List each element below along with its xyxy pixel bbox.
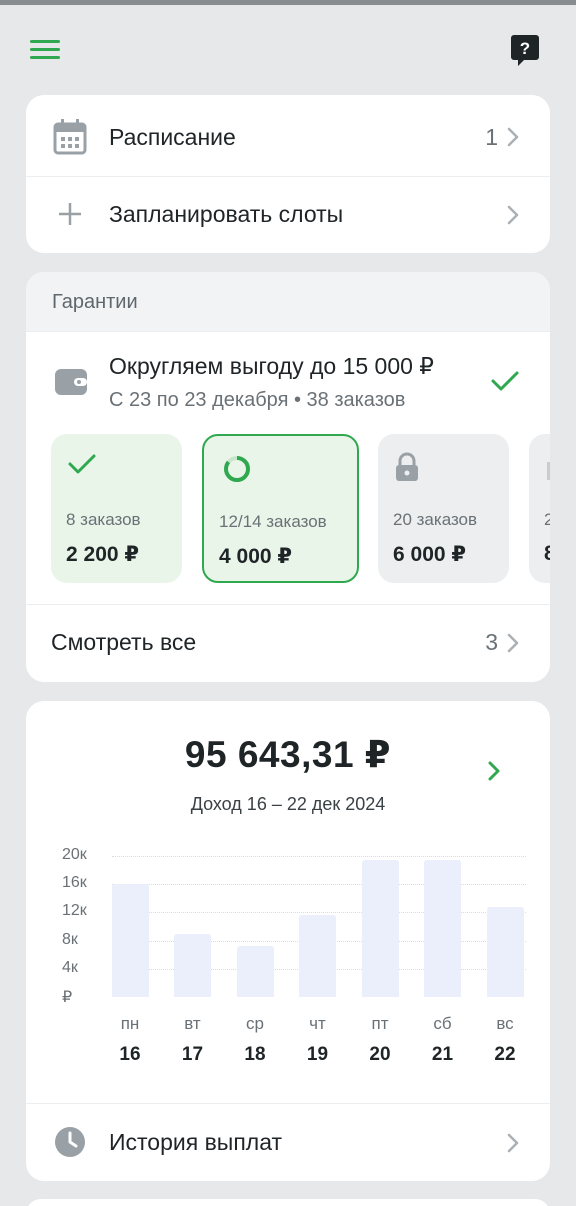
lock-icon [396,452,418,481]
y-tick-label: ₽ [62,989,73,1006]
day-name-label: пн [120,1014,140,1033]
tier-orders: 20 заказов [393,510,478,529]
chart-bar[interactable] [361,859,399,997]
plan-slots-label: Запланировать слоты [109,201,344,227]
y-tick-label: 12к [62,902,87,920]
day-number-label: 18 [244,1044,266,1065]
chart-bar[interactable] [236,946,274,997]
see-all-label: Смотреть все [51,629,197,655]
guarantees-card: Гарантии Округляем выгоду до 15 000 ₽ С … [26,272,550,682]
day-name-label: чт [309,1014,326,1033]
tier-amount: 8 [544,542,550,565]
top-edge [0,0,576,5]
day-name-label: вт [184,1014,201,1033]
schedule-count: 1 [485,124,498,150]
wallet-icon [55,369,87,395]
see-all-count: 3 [485,629,498,655]
svg-text:?: ? [520,39,530,58]
tier-orders: 2 [544,510,550,529]
calendar-icon [53,119,87,155]
chevron-right-icon [507,633,519,653]
y-tick-label: 16к [62,874,87,892]
income-card: 95 643,31 ₽ Доход 16 – 22 дек 2024 20к 16… [26,701,550,1181]
chart-bar[interactable] [424,860,461,997]
chevron-right-icon [507,127,519,147]
income-chart: 20к 16к 12к 8к 4к ₽ пн 16 вт 17 ср 18 чт 19 пт 20 сб 21 вс… [26,701,550,1081]
day-number-label: 17 [181,1044,204,1065]
plan-slots-row[interactable]: Запланировать слоты [26,177,550,253]
schedule-card: Расписание 1 Запланировать слоты [26,95,550,253]
check-icon [68,454,96,474]
tier-tile-locked[interactable]: 2 8 [529,434,550,583]
guarantee-offer[interactable]: Округляем выгоду до 15 000 ₽ С 23 по 23 … [26,332,550,427]
progress-ring-icon [224,456,250,482]
day-number-label: 19 [306,1044,329,1065]
tier-orders: 8 заказов [66,510,141,529]
offer-subtitle: С 23 по 23 декабря • 38 заказов [109,389,406,411]
schedule-label: Расписание [109,124,236,150]
tier-orders: 12/14 заказов [219,512,327,531]
offer-title: Округляем выгоду до 15 000 ₽ [109,353,434,379]
payout-history-row[interactable]: История выплат [26,1104,550,1181]
tier-tile-in-progress[interactable]: 12/14 заказов 4 000 ₽ [202,434,359,583]
tier-amount: 2 200 ₽ [66,543,139,566]
guarantees-header: Гарантии [26,272,550,331]
guarantees-header-label: Гарантии [52,291,138,313]
help-icon[interactable]: ? [510,34,540,67]
chevron-right-icon [507,205,519,225]
chart-bar[interactable] [111,884,149,997]
menu-icon[interactable] [30,40,60,60]
see-all-row[interactable]: Смотреть все 3 [26,605,550,682]
clock-icon [55,1127,85,1157]
next-card [26,1199,550,1206]
day-name-label: ср [246,1014,264,1033]
chart-bar[interactable] [486,906,524,997]
y-tick-label: 4к [62,958,78,976]
tier-amount: 6 000 ₽ [393,543,466,566]
y-tick-label: 8к [62,930,78,948]
tier-amount: 4 000 ₽ [219,545,292,568]
check-icon [491,371,519,391]
day-name-label: вс [496,1014,514,1033]
payout-history-label: История выплат [109,1129,283,1155]
chart-bar[interactable] [299,915,336,997]
gridline [112,912,526,914]
day-number-label: 22 [494,1044,516,1065]
tier-tile-completed[interactable]: 8 заказов 2 200 ₽ [51,434,182,583]
chart-bar[interactable] [174,933,211,997]
schedule-row[interactable]: Расписание 1 [26,95,550,176]
plus-icon [59,203,81,225]
gridline [112,856,526,857]
chevron-right-icon [507,1133,519,1153]
y-tick-label: 20к [62,846,87,863]
day-number-label: 16 [119,1044,141,1065]
tier-tile-locked[interactable]: 20 заказов 6 000 ₽ [378,434,509,583]
day-number-label: 20 [369,1044,391,1065]
day-name-label: сб [433,1014,452,1033]
day-name-label: пт [371,1014,389,1033]
gridline [112,884,526,886]
day-number-label: 21 [431,1044,454,1065]
lock-icon [547,462,550,480]
